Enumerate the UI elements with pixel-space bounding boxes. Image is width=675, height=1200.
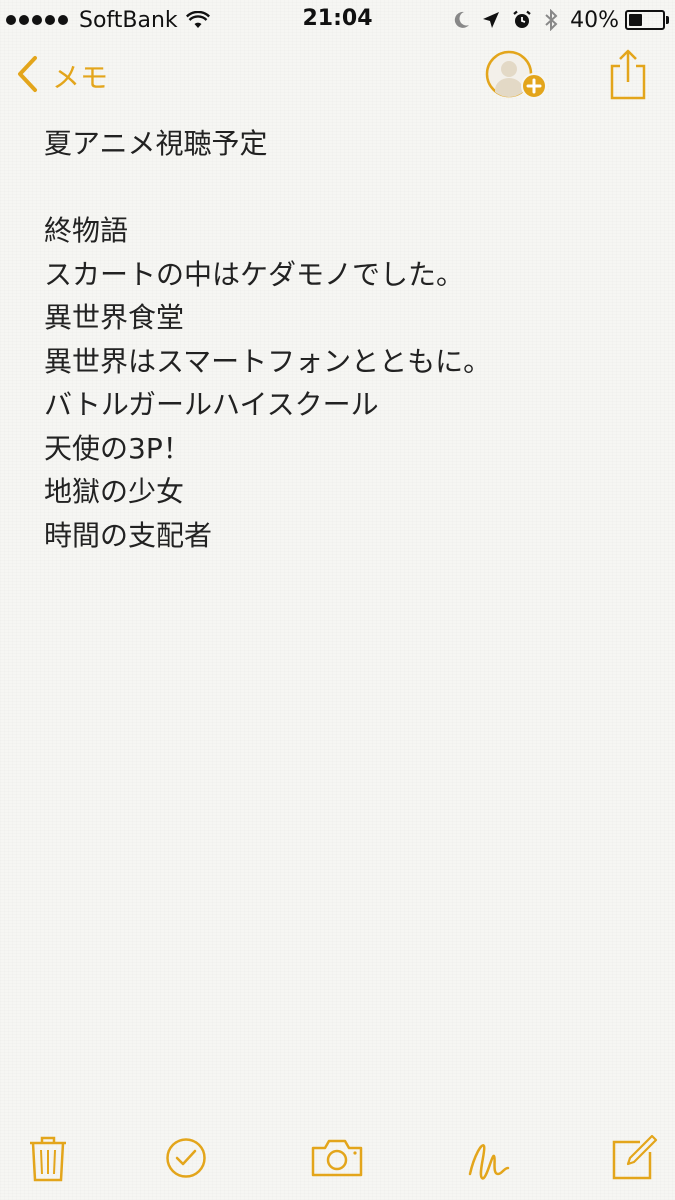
note-body[interactable]: 夏アニメ視聴予定 終物語 スカートの中はケダモノでした。 異世界食堂 異世界はス… <box>44 122 644 557</box>
note-line: 天使の3P！ <box>44 431 191 465</box>
back-button[interactable]: メモ <box>16 54 108 98</box>
battery-icon <box>625 10 669 30</box>
trash-icon <box>28 1134 68 1186</box>
location-arrow-icon <box>482 11 500 29</box>
note-line <box>44 166 644 210</box>
note-line: バトルガールハイスクール <box>44 388 379 421</box>
nav-bar: メモ <box>0 40 675 112</box>
camera-button[interactable] <box>310 1134 364 1186</box>
back-label: メモ <box>52 61 109 94</box>
chevron-left-icon <box>16 55 38 97</box>
share-button[interactable] <box>604 46 652 102</box>
carrier-label: SoftBank <box>79 7 178 33</box>
note-line: 終物語 <box>44 214 129 247</box>
status-left: SoftBank <box>6 6 210 34</box>
status-bar: SoftBank 21:04 40% <box>0 0 675 40</box>
sketch-button[interactable] <box>464 1134 514 1186</box>
battery-percent: 40% <box>570 7 619 33</box>
moon-icon <box>454 11 470 29</box>
checklist-icon <box>165 1137 207 1183</box>
bluetooth-icon <box>544 9 558 31</box>
status-right: 40% <box>442 6 669 34</box>
sketch-icon <box>464 1134 514 1186</box>
add-person-button[interactable] <box>484 48 552 104</box>
note-line: 異世界食堂 <box>44 301 185 334</box>
compose-icon <box>610 1134 658 1186</box>
battery-level <box>629 14 642 26</box>
note-title: 夏アニメ視聴予定 <box>44 127 268 160</box>
note-line: 時間の支配者 <box>44 518 213 552</box>
delete-button[interactable] <box>24 1134 72 1186</box>
share-icon <box>604 49 652 106</box>
note-line: 地獄の少女 <box>44 475 185 508</box>
note-line: 異世界はスマートフォンとともに。 <box>44 344 492 378</box>
wifi-icon <box>185 11 210 29</box>
signal-icon <box>6 15 71 25</box>
add-person-icon <box>484 50 552 108</box>
checklist-button[interactable] <box>164 1134 208 1186</box>
compose-button[interactable] <box>610 1134 658 1186</box>
alarm-icon <box>512 10 532 30</box>
note-line: スカートの中はケダモノでした。 <box>44 257 465 291</box>
bottom-toolbar <box>0 1126 675 1200</box>
camera-icon <box>310 1138 364 1182</box>
